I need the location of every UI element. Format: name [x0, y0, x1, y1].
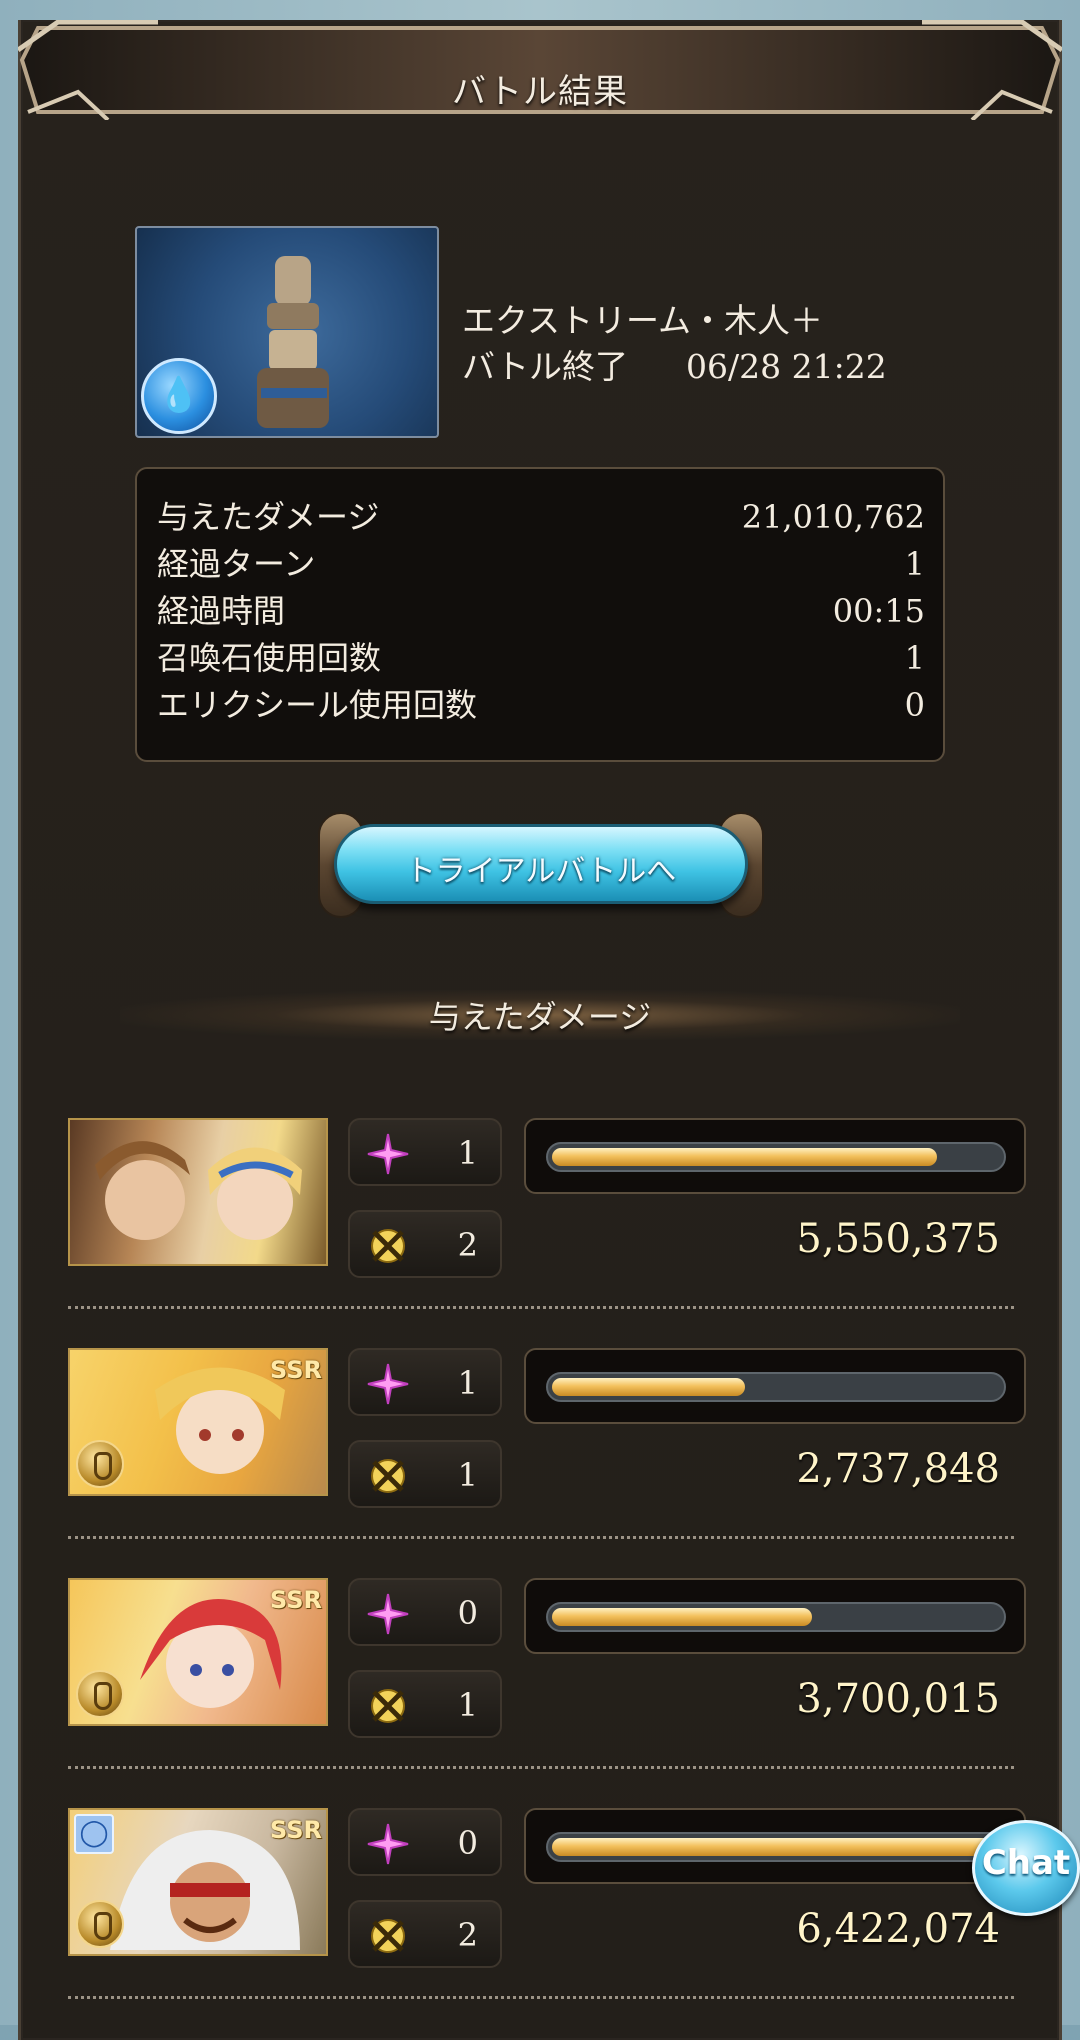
skill-count: 1: [457, 1134, 478, 1172]
character-damage: 5,550,375: [796, 1216, 1000, 1262]
stat-row-summons: 召喚石使用回数 1: [157, 638, 925, 685]
ougi-count: 1: [457, 1456, 478, 1494]
ougi-swords-icon: [371, 1229, 405, 1263]
stat-row-time: 経過時間 00:15: [157, 591, 925, 638]
character-portrait[interactable]: ◯ SSR: [68, 1808, 328, 1956]
skill-count-box: 0: [348, 1578, 502, 1646]
stat-label: エリクシール使用回数: [157, 686, 478, 724]
race-icon: [76, 1900, 124, 1948]
header-bar: バトル結果: [18, 20, 1062, 120]
stat-label: 経過時間: [157, 592, 286, 630]
stat-value: 1: [904, 639, 925, 677]
damage-section-header: 与えたダメージ: [120, 990, 960, 1040]
ougi-count-box: 1: [348, 1440, 502, 1508]
stat-value: 1: [904, 545, 925, 583]
main-character-art: [95, 1141, 302, 1240]
damage-bar-track: [546, 1372, 1006, 1402]
skill-count: 1: [457, 1364, 478, 1402]
stat-row-damage: 与えたダメージ 21,010,762: [157, 497, 925, 544]
ougi-count-box: 1: [348, 1670, 502, 1738]
damage-bar-fill: [552, 1838, 1000, 1856]
trial-battle-label: トライアルバトルへ: [405, 854, 677, 889]
stat-row-turns: 経過ターン 1: [157, 544, 925, 591]
skill-sparkle-icon: [367, 1363, 409, 1405]
damage-bar-track: [546, 1142, 1006, 1172]
character-row: 1 2 5,550,375: [68, 1118, 1026, 1278]
boss-thumbnail: 💧: [135, 226, 439, 438]
damage-bar-box: [524, 1118, 1026, 1194]
skill-sparkle-icon: [367, 1823, 409, 1865]
character-portrait-main[interactable]: [68, 1118, 328, 1266]
stat-value: 0: [904, 686, 925, 724]
battle-status: バトル終了 06/28 21:22: [462, 340, 887, 388]
damage-bar-fill: [552, 1148, 937, 1166]
trial-battle-button[interactable]: トライアルバトルへ: [318, 812, 764, 918]
skill-count-box: 1: [348, 1118, 502, 1186]
damage-bar-fill: [552, 1378, 745, 1396]
row-divider: [68, 1536, 1014, 1539]
damage-bar-box: [524, 1578, 1026, 1654]
training-dummy-image: [257, 256, 329, 428]
damage-section-title: 与えたダメージ: [428, 998, 652, 1036]
skill-count-box: 1: [348, 1348, 502, 1416]
character-row: ◯ SSR 0 2 6,422,074: [68, 1808, 1026, 1968]
ougi-count-box: 2: [348, 1900, 502, 1968]
character-row: SSR 0 1 3,700,015: [68, 1578, 1026, 1738]
damage-bar-box: [524, 1348, 1026, 1424]
rarity-badge: SSR: [270, 1356, 322, 1384]
damage-bar-box: [524, 1808, 1026, 1884]
damage-bar-fill: [552, 1608, 812, 1626]
row-divider: [68, 1996, 1014, 1999]
ougi-count: 1: [457, 1686, 478, 1724]
character-portrait[interactable]: SSR: [68, 1348, 328, 1496]
stat-row-elixirs: エリクシール使用回数 0: [157, 685, 925, 732]
skill-count-box: 0: [348, 1808, 502, 1876]
character-row: SSR 1 1 2,737,848: [68, 1348, 1026, 1508]
chat-label: Chat: [981, 1843, 1071, 1883]
stat-value: 21,010,762: [741, 498, 925, 536]
stat-value: 00:15: [832, 592, 925, 630]
race-icon: [76, 1670, 124, 1718]
battle-timestamp: 06/28 21:22: [686, 347, 887, 386]
skill-count: 0: [457, 1824, 478, 1862]
rarity-badge: SSR: [270, 1586, 322, 1614]
row-divider: [68, 1766, 1014, 1769]
ougi-swords-icon: [371, 1919, 405, 1953]
character-damage: 6,422,074: [796, 1906, 1000, 1952]
stat-label: 召喚石使用回数: [157, 639, 382, 677]
character-portrait[interactable]: SSR: [68, 1578, 328, 1726]
row-divider: [68, 1306, 1014, 1309]
skill-sparkle-icon: [367, 1133, 409, 1175]
stat-label: 経過ターン: [157, 545, 316, 583]
damage-bar-track: [546, 1602, 1006, 1632]
battle-stats-box: 与えたダメージ 21,010,762 経過ターン 1 経過時間 00:15 召喚…: [135, 467, 945, 762]
ougi-count: 2: [457, 1226, 478, 1264]
ougi-count-box: 2: [348, 1210, 502, 1278]
character-damage: 2,737,848: [796, 1446, 1000, 1492]
skill-count: 0: [457, 1594, 478, 1632]
page-title: バトル結果: [451, 72, 629, 112]
battle-status-label: バトル終了: [462, 347, 628, 386]
ougi-swords-icon: [371, 1459, 405, 1493]
ougi-swords-icon: [371, 1689, 405, 1723]
race-icon: [76, 1440, 124, 1488]
quest-name: エクストリーム・木人＋: [462, 301, 824, 340]
stat-label: 与えたダメージ: [157, 498, 380, 536]
character-damage: 3,700,015: [796, 1676, 1000, 1722]
ring-icon: ◯: [74, 1814, 114, 1854]
chat-button[interactable]: Chat: [972, 1820, 1080, 1916]
ougi-count: 2: [457, 1916, 478, 1954]
skill-sparkle-icon: [367, 1593, 409, 1635]
rarity-badge: SSR: [270, 1816, 322, 1844]
water-element-icon: 💧: [141, 358, 217, 434]
damage-bar-track: [546, 1832, 1006, 1862]
